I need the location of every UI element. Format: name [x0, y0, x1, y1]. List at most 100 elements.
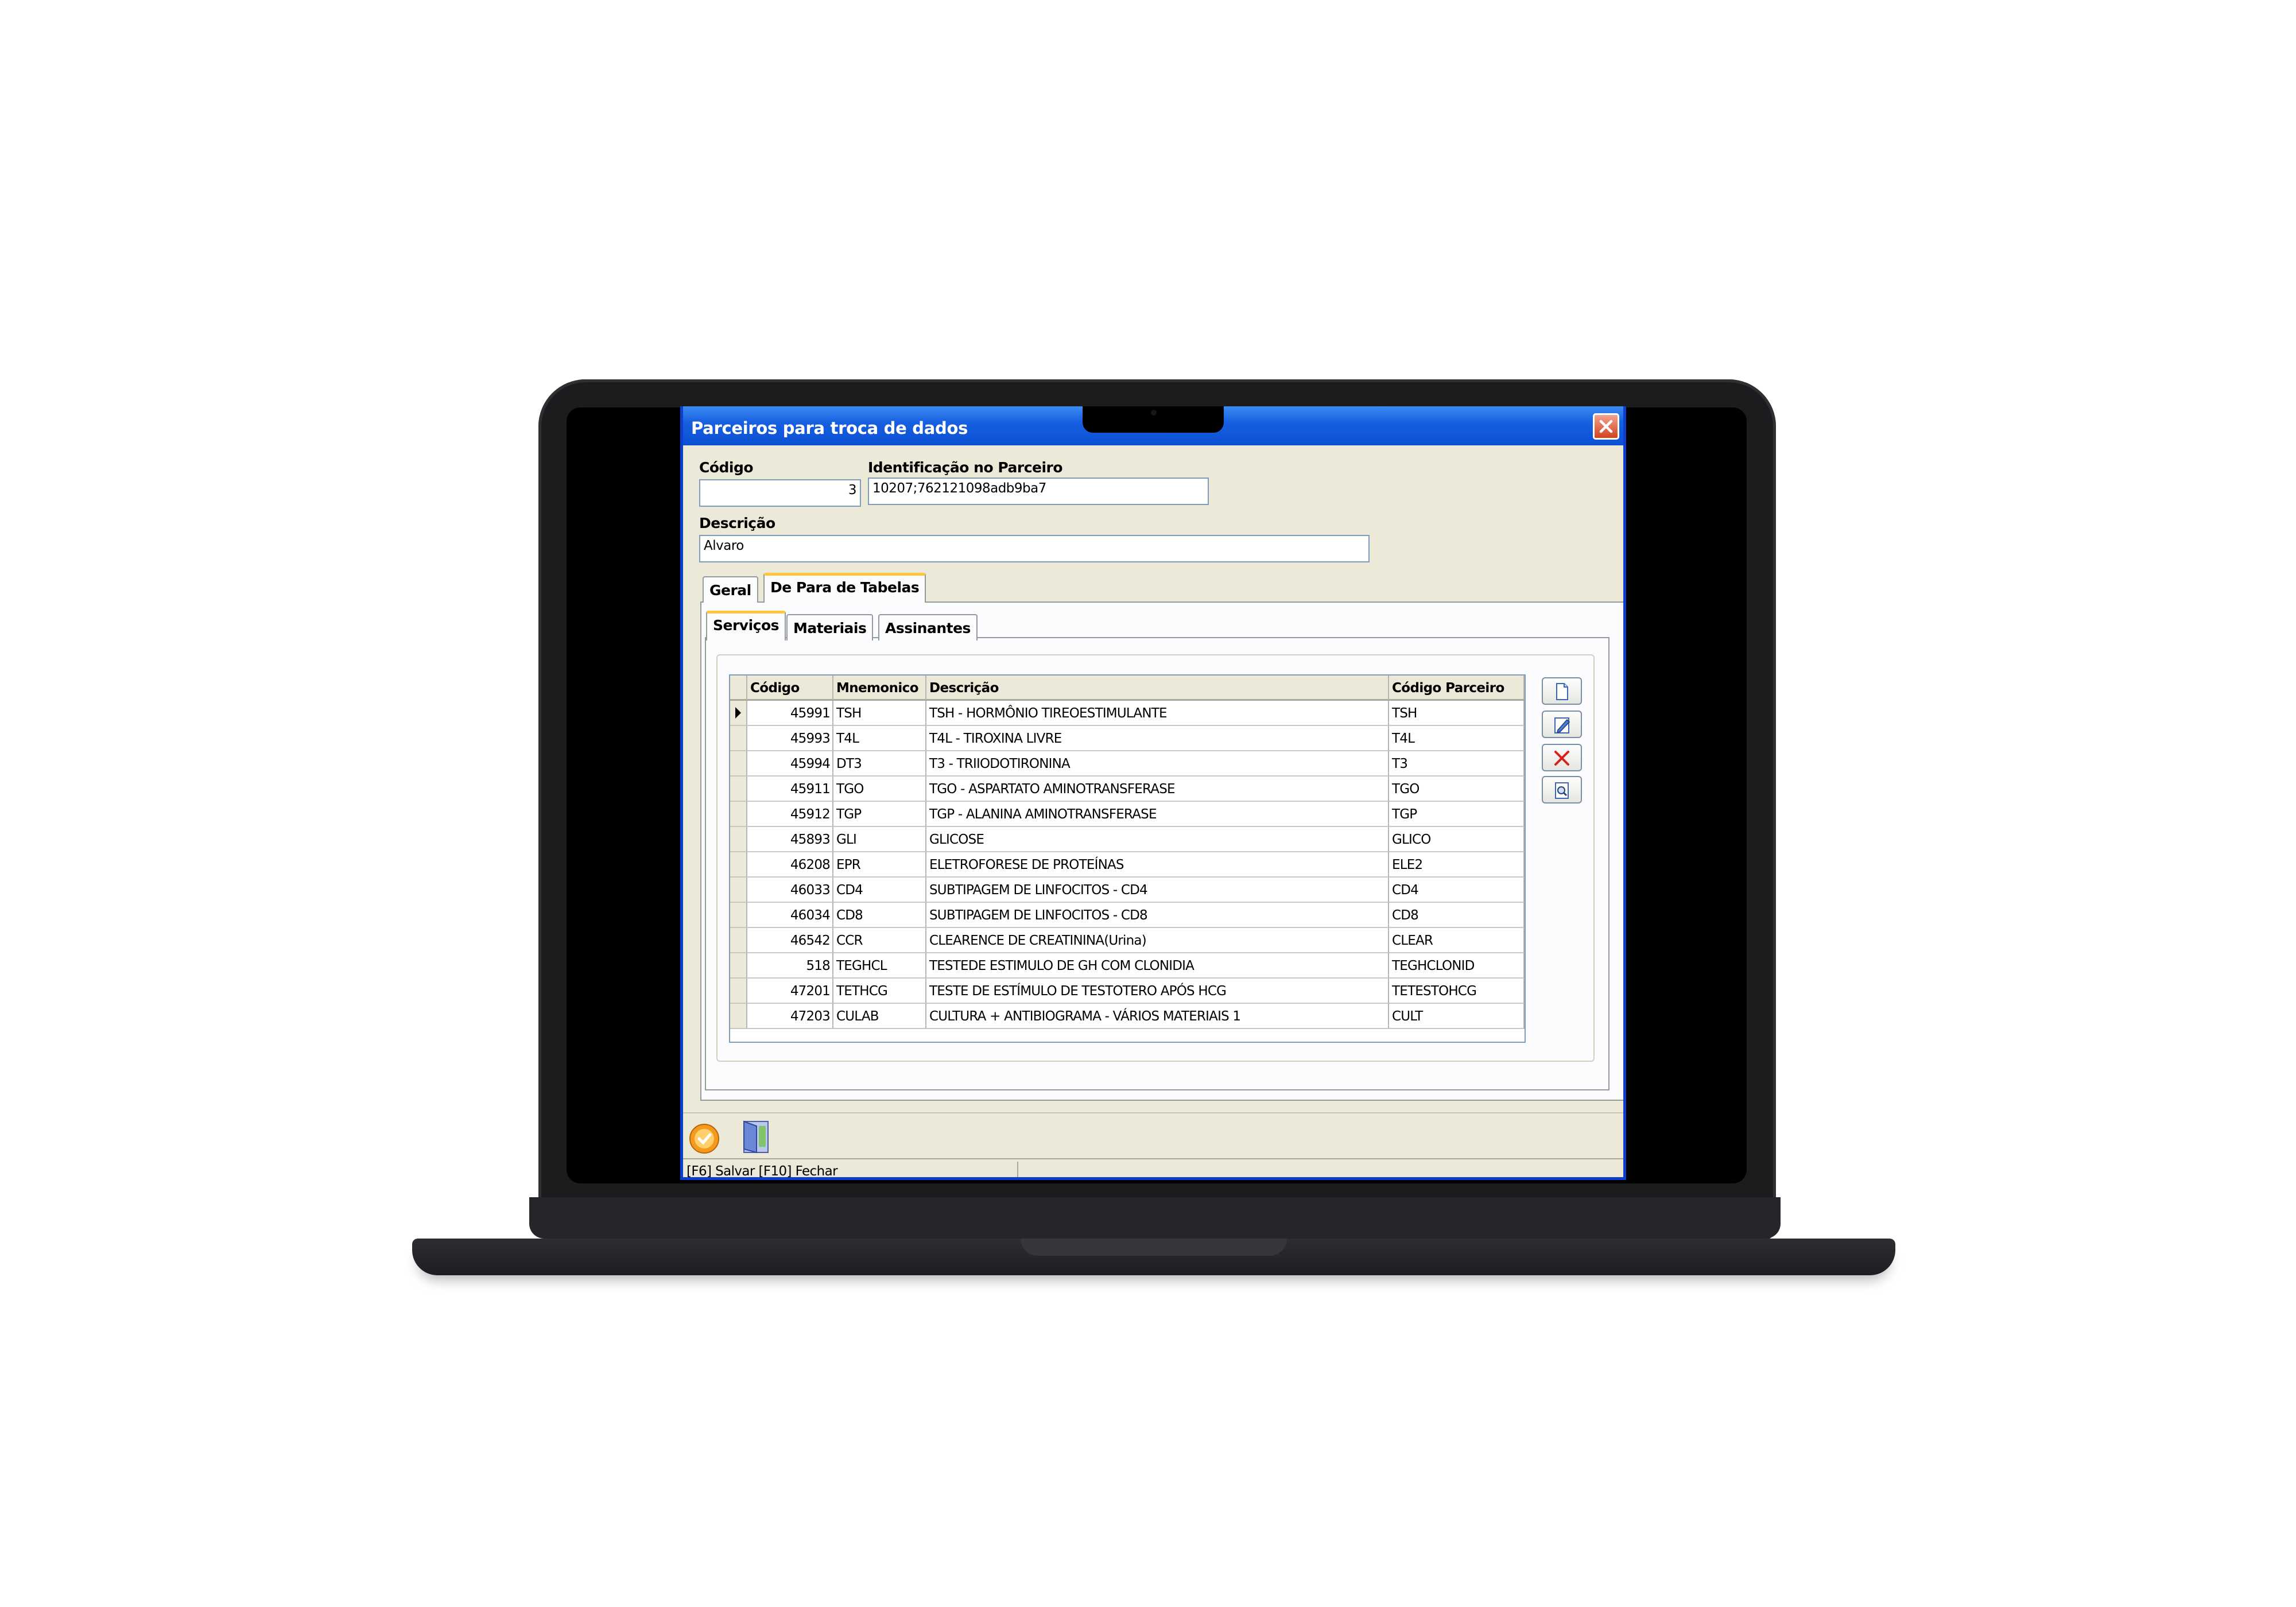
table-row[interactable]: 46542 CCR CLEARENCE DE CREATININA(Urina) CL…	[730, 928, 1525, 953]
table-row[interactable]: 47203 CULAB CULTURA + ANTIBIOGRAMA - VÁRIO…	[730, 1004, 1525, 1029]
cell-descricao[interactable]: GLICOSE	[926, 827, 1389, 852]
tab-materiais[interactable]: Materiais	[786, 614, 874, 641]
cell-mnemonico[interactable]: GLI	[833, 827, 926, 852]
cell-codigo-parceiro[interactable]: TGP	[1389, 802, 1525, 827]
search-record-button[interactable]	[1542, 776, 1582, 804]
cell-mnemonico[interactable]: CD4	[833, 878, 926, 903]
identificacao-field[interactable]: 10207;762121098adb9ba7	[868, 478, 1209, 505]
tab-assinantes[interactable]: Assinantes	[878, 614, 978, 641]
cell-mnemonico[interactable]: CD8	[833, 903, 926, 928]
cell-codigo-parceiro[interactable]: CD8	[1389, 903, 1525, 928]
row-indicator[interactable]	[730, 777, 747, 802]
new-record-button[interactable]	[1542, 677, 1582, 705]
cell-descricao[interactable]: CULTURA + ANTIBIOGRAMA - VÁRIOS MATERIAI…	[926, 1004, 1389, 1029]
tab-geral[interactable]: Geral	[703, 576, 758, 603]
cell-codigo-parceiro[interactable]: T4L	[1389, 726, 1525, 751]
cell-codigo[interactable]: 45893	[747, 827, 833, 852]
column-header-descricao[interactable]: Descrição	[926, 676, 1389, 701]
row-indicator[interactable]	[730, 979, 747, 1004]
cell-mnemonico[interactable]: DT3	[833, 751, 926, 777]
cell-descricao[interactable]: T3 - TRIIODOTIRONINA	[926, 751, 1389, 777]
cell-codigo-parceiro[interactable]: GLICO	[1389, 827, 1525, 852]
column-header-codigo-parceiro[interactable]: Código Parceiro	[1389, 676, 1525, 701]
row-indicator[interactable]	[730, 1004, 747, 1029]
codigo-label: Código	[699, 459, 754, 476]
row-indicator[interactable]	[730, 751, 747, 777]
cell-mnemonico[interactable]: TGP	[833, 802, 926, 827]
cell-codigo[interactable]: 518	[747, 953, 833, 979]
table-row[interactable]: 45993 T4L T4L - TIROXINA LIVRE T4L	[730, 726, 1525, 751]
cell-descricao[interactable]: ELETROFORESE DE PROTEÍNAS	[926, 852, 1389, 878]
cell-mnemonico[interactable]: TETHCG	[833, 979, 926, 1004]
cell-codigo-parceiro[interactable]: TSH	[1389, 701, 1525, 726]
cell-mnemonico[interactable]: CULAB	[833, 1004, 926, 1029]
tab-de-para-de-tabelas[interactable]: De Para de Tabelas	[763, 573, 926, 603]
cell-mnemonico[interactable]: TEGHCL	[833, 953, 926, 979]
cell-codigo-parceiro[interactable]: ELE2	[1389, 852, 1525, 878]
row-indicator[interactable]	[730, 827, 747, 852]
row-indicator[interactable]	[730, 726, 747, 751]
table-row[interactable]: 46208 EPR ELETROFORESE DE PROTEÍNAS ELE2	[730, 852, 1525, 878]
cell-descricao[interactable]: CLEARENCE DE CREATININA(Urina)	[926, 928, 1389, 953]
cell-codigo[interactable]: 45991	[747, 701, 833, 726]
row-indicator[interactable]	[730, 701, 747, 726]
cell-codigo-parceiro[interactable]: TEGHCLONID	[1389, 953, 1525, 979]
table-row[interactable]: 45994 DT3 T3 - TRIIODOTIRONINA T3	[730, 751, 1525, 777]
table-row[interactable]: 518 TEGHCL TESTEDE ESTIMULO DE GH COM CLON…	[730, 953, 1525, 979]
cell-descricao[interactable]: SUBTIPAGEM DE LINFOCITOS - CD8	[926, 903, 1389, 928]
column-header-codigo[interactable]: Código	[747, 676, 833, 701]
cell-codigo[interactable]: 46033	[747, 878, 833, 903]
cell-codigo[interactable]: 45912	[747, 802, 833, 827]
row-indicator[interactable]	[730, 953, 747, 979]
cell-mnemonico[interactable]: TGO	[833, 777, 926, 802]
table-row[interactable]: 46033 CD4 SUBTIPAGEM DE LINFOCITOS - CD4 CD…	[730, 878, 1525, 903]
delete-record-button[interactable]	[1542, 744, 1582, 771]
cell-codigo[interactable]: 47203	[747, 1004, 833, 1029]
cell-codigo-parceiro[interactable]: CD4	[1389, 878, 1525, 903]
table-row[interactable]: 45991 TSH TSH - HORMÔNIO TIREOESTIMULANTE T…	[730, 701, 1525, 726]
table-row[interactable]: 45912 TGP TGP - ALANINA AMINOTRANSFERASE TG…	[730, 802, 1525, 827]
cell-descricao[interactable]: TSH - HORMÔNIO TIREOESTIMULANTE	[926, 701, 1389, 726]
cell-codigo-parceiro[interactable]: TETESTOHCG	[1389, 979, 1525, 1004]
table-row[interactable]: 45911 TGO TGO - ASPARTATO AMINOTRANSFERASE…	[730, 777, 1525, 802]
cell-descricao[interactable]: TESTE DE ESTÍMULO DE TESTOTERO APÓS HCG	[926, 979, 1389, 1004]
services-grid[interactable]: Código Mnemonico Descrição Código Parcei…	[729, 674, 1526, 1043]
row-indicator[interactable]	[730, 802, 747, 827]
cell-codigo[interactable]: 45993	[747, 726, 833, 751]
row-indicator[interactable]	[730, 903, 747, 928]
cell-codigo[interactable]: 46208	[747, 852, 833, 878]
cell-codigo-parceiro[interactable]: CULT	[1389, 1004, 1525, 1029]
cell-descricao[interactable]: TESTEDE ESTIMULO DE GH COM CLONIDIA	[926, 953, 1389, 979]
save-button[interactable]	[688, 1122, 721, 1155]
row-indicator[interactable]	[730, 878, 747, 903]
cell-descricao[interactable]: TGO - ASPARTATO AMINOTRANSFERASE	[926, 777, 1389, 802]
camera-icon	[1151, 410, 1157, 416]
cell-descricao[interactable]: T4L - TIROXINA LIVRE	[926, 726, 1389, 751]
exit-button[interactable]	[739, 1118, 773, 1155]
row-indicator[interactable]	[730, 928, 747, 953]
column-header-mnemonico[interactable]: Mnemonico	[833, 676, 926, 701]
cell-mnemonico[interactable]: TSH	[833, 701, 926, 726]
edit-record-button[interactable]	[1542, 711, 1582, 738]
row-indicator[interactable]	[730, 852, 747, 878]
codigo-field[interactable]: 3	[699, 479, 861, 507]
cell-codigo[interactable]: 45994	[747, 751, 833, 777]
cell-codigo-parceiro[interactable]: T3	[1389, 751, 1525, 777]
cell-mnemonico[interactable]: EPR	[833, 852, 926, 878]
cell-mnemonico[interactable]: CCR	[833, 928, 926, 953]
cell-descricao[interactable]: SUBTIPAGEM DE LINFOCITOS - CD4	[926, 878, 1389, 903]
cell-mnemonico[interactable]: T4L	[833, 726, 926, 751]
descricao-field[interactable]: Alvaro	[699, 535, 1370, 562]
cell-descricao[interactable]: TGP - ALANINA AMINOTRANSFERASE	[926, 802, 1389, 827]
cell-codigo-parceiro[interactable]: TGO	[1389, 777, 1525, 802]
cell-codigo[interactable]: 46034	[747, 903, 833, 928]
cell-codigo[interactable]: 45911	[747, 777, 833, 802]
tab-servicos[interactable]: Serviços	[706, 611, 786, 641]
cell-codigo[interactable]: 46542	[747, 928, 833, 953]
table-row[interactable]: 45893 GLI GLICOSE GLICO	[730, 827, 1525, 852]
cell-codigo-parceiro[interactable]: CLEAR	[1389, 928, 1525, 953]
cell-codigo[interactable]: 47201	[747, 979, 833, 1004]
table-row[interactable]: 47201 TETHCG TESTE DE ESTÍMULO DE TESTOTER…	[730, 979, 1525, 1004]
close-button[interactable]	[1593, 413, 1619, 440]
table-row[interactable]: 46034 CD8 SUBTIPAGEM DE LINFOCITOS - CD8 CD…	[730, 903, 1525, 928]
